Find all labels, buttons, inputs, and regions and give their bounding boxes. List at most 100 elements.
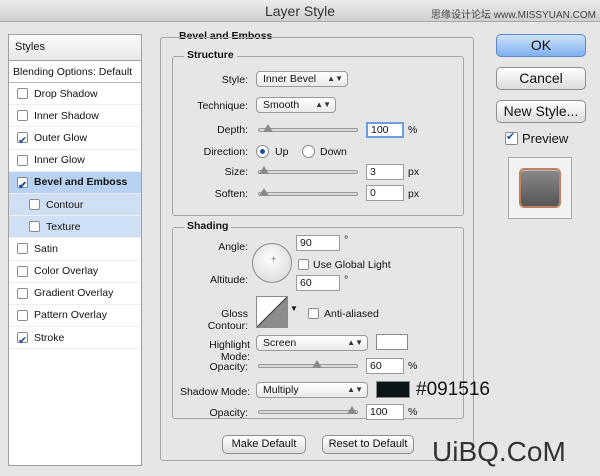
blending-options-item[interactable]: Blending Options: Default	[9, 61, 141, 83]
angle-crosshair-icon: +	[271, 254, 277, 264]
highlight-mode-select[interactable]: Screen ▲▼	[256, 335, 368, 351]
shadow-mode-select[interactable]: Multiply ▲▼	[256, 382, 368, 398]
style-item-label: Inner Glow	[34, 154, 85, 167]
style-item[interactable]: Color Overlay	[9, 261, 141, 283]
style-item[interactable]: Drop Shadow	[9, 83, 141, 106]
shadow-mode-value: Multiply	[263, 384, 299, 396]
soften-input[interactable]: 0	[366, 185, 404, 201]
anti-aliased-checkbox[interactable]	[308, 308, 319, 319]
ok-button[interactable]: OK	[496, 34, 586, 57]
size-input[interactable]: 3	[366, 164, 404, 180]
anti-aliased-label: Anti-aliased	[324, 308, 379, 320]
style-item-checkbox[interactable]	[17, 154, 28, 166]
depth-slider-thumb[interactable]	[263, 124, 274, 132]
style-item-label: Stroke	[34, 331, 65, 344]
soften-slider[interactable]	[258, 188, 358, 196]
angle-label: Angle:	[218, 241, 248, 253]
shading-title: Shading	[184, 220, 232, 232]
highlight-opacity-slider[interactable]	[258, 360, 358, 368]
highlight-opacity-thumb[interactable]	[311, 360, 322, 368]
reset-to-default-button[interactable]: Reset to Default	[322, 435, 414, 454]
updown-arrows-icon: ▲▼	[315, 100, 331, 109]
style-item-checkbox[interactable]	[29, 199, 40, 211]
style-item-checkbox[interactable]	[17, 287, 28, 299]
style-item-checkbox[interactable]	[17, 110, 28, 122]
shadow-opacity-slider[interactable]	[258, 406, 358, 414]
global-light-label: Use Global Light	[313, 259, 391, 271]
global-light-checkbox[interactable]	[298, 259, 309, 270]
size-unit: px	[408, 166, 420, 178]
direction-label: Direction:	[203, 146, 248, 158]
style-item-checkbox[interactable]	[17, 243, 28, 255]
style-item-label: Texture	[46, 220, 81, 233]
direction-down-label: Down	[320, 146, 347, 158]
styles-header[interactable]: Styles	[9, 35, 141, 61]
styles-list-panel: Styles Blending Options: Default Drop Sh…	[8, 34, 142, 466]
style-item-checkbox[interactable]	[17, 175, 28, 197]
style-item-checkbox[interactable]	[17, 330, 28, 352]
style-item-label: Outer Glow	[34, 131, 88, 144]
style-item-label: Gradient Overlay	[34, 287, 114, 300]
style-item[interactable]: Satin	[9, 238, 141, 261]
size-slider-thumb[interactable]	[259, 166, 269, 174]
style-item-checkbox[interactable]	[17, 309, 28, 321]
new-style-button[interactable]: New Style...	[496, 100, 586, 123]
style-item[interactable]: Pattern Overlay	[9, 305, 141, 328]
title-bar: Layer Style 思缘设计论坛 www.MISSYUAN.COM	[0, 0, 600, 22]
preview-bevel-square	[521, 170, 559, 206]
shadow-opacity-input[interactable]: 100	[366, 404, 404, 420]
style-item-label: Inner Shadow	[34, 109, 99, 122]
style-item-label: Drop Shadow	[34, 87, 98, 100]
shadow-mode-label: Shadow Mode:	[179, 386, 250, 398]
direction-up-label: Up	[275, 146, 289, 158]
updown-arrows-icon: ▲▼	[327, 74, 343, 83]
angle-input[interactable]: 90	[296, 235, 340, 251]
preview-label: Preview	[522, 131, 569, 146]
preview-checkbox[interactable]	[505, 130, 518, 145]
style-item-checkbox[interactable]	[17, 88, 28, 100]
style-item[interactable]: Stroke	[9, 327, 141, 352]
style-item[interactable]: Bevel and Emboss	[9, 171, 141, 197]
style-item-checkbox[interactable]	[17, 130, 28, 152]
altitude-label: Altitude:	[210, 274, 248, 286]
style-item-checkbox[interactable]	[29, 221, 40, 233]
shadow-opacity-thumb[interactable]	[347, 406, 357, 414]
contour-curve-icon	[256, 296, 288, 328]
soften-slider-thumb[interactable]	[259, 188, 269, 196]
direction-down-radio[interactable]	[302, 145, 315, 158]
preview-swatch	[508, 157, 572, 219]
gloss-contour-thumbnail[interactable]	[256, 296, 288, 328]
make-default-button[interactable]: Make Default	[222, 435, 306, 454]
style-item[interactable]: Gradient Overlay	[9, 283, 141, 305]
angle-dial[interactable]: +	[252, 243, 292, 283]
style-item[interactable]: Inner Glow	[9, 150, 141, 172]
style-item-checkbox[interactable]	[17, 265, 28, 277]
cancel-button[interactable]: Cancel	[496, 67, 586, 90]
soften-unit: px	[408, 188, 420, 200]
depth-slider[interactable]	[258, 124, 358, 132]
direction-up-radio[interactable]	[256, 145, 269, 158]
highlight-color-swatch[interactable]	[376, 334, 408, 350]
style-item[interactable]: Inner Shadow	[9, 105, 141, 128]
highlight-mode-label: Highlight Mode:	[209, 339, 250, 363]
highlight-mode-value: Screen	[263, 337, 297, 349]
style-item-label: Contour	[46, 198, 84, 211]
size-label: Size:	[224, 166, 248, 178]
style-item[interactable]: Outer Glow	[9, 127, 141, 152]
size-slider[interactable]	[258, 166, 358, 174]
style-item[interactable]: Texture	[9, 216, 141, 239]
structure-title: Structure	[184, 49, 237, 61]
style-select[interactable]: Inner Bevel ▲▼	[256, 71, 348, 87]
style-item-label: Color Overlay	[34, 265, 99, 278]
watermark-top: 思缘设计论坛 www.MISSYUAN.COM	[430, 10, 596, 21]
technique-select-value: Smooth	[263, 99, 300, 111]
depth-input[interactable]: 100	[366, 122, 404, 138]
updown-arrows-icon: ▲▼	[347, 385, 363, 394]
style-item[interactable]: Contour	[9, 193, 141, 217]
style-item-label: Pattern Overlay	[34, 309, 107, 322]
gloss-dropdown-arrow-icon[interactable]: ▼	[290, 304, 298, 313]
altitude-input[interactable]: 60	[296, 275, 340, 291]
highlight-opacity-input[interactable]: 60	[366, 358, 404, 374]
shadow-color-swatch[interactable]	[376, 381, 410, 398]
technique-select[interactable]: Smooth ▲▼	[256, 97, 336, 113]
